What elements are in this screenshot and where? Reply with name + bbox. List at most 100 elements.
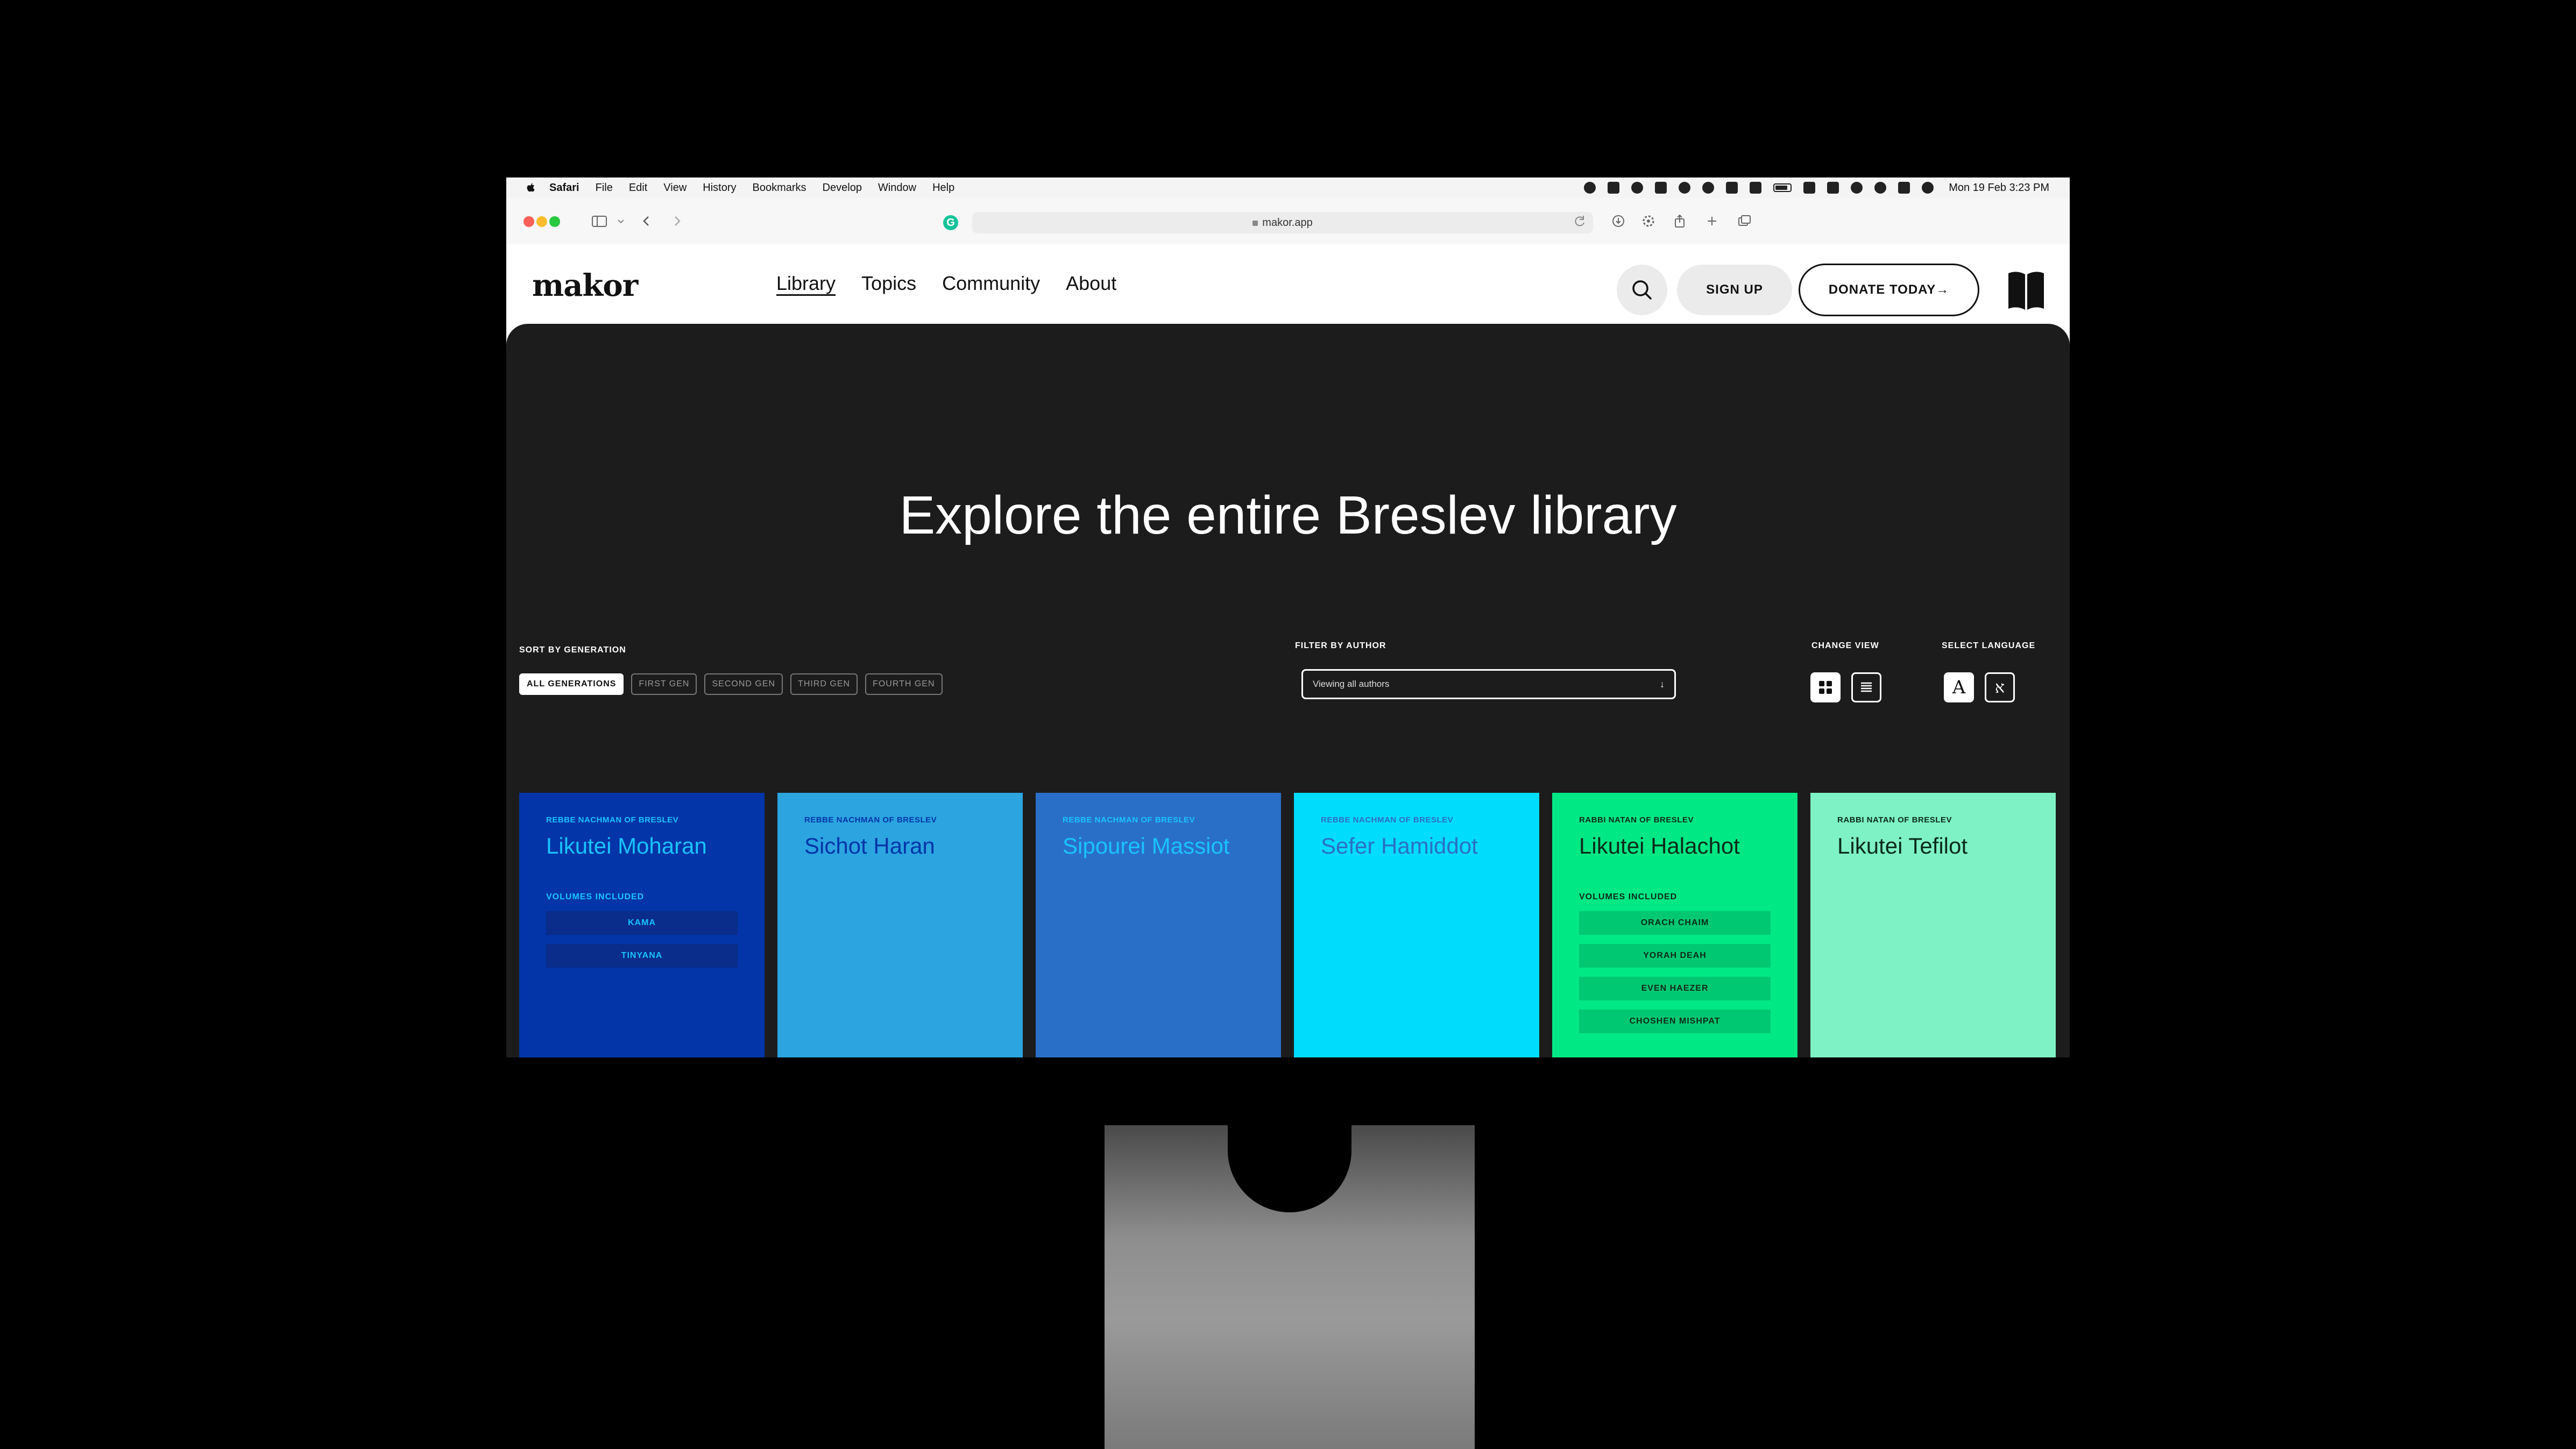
status-app-icon-4[interactable] [1679,182,1691,194]
donate-button[interactable]: DONATE TODAY→ [1799,264,1979,316]
menu-file[interactable]: File [596,182,613,194]
new-tab-icon[interactable] [1703,212,1721,230]
nav-topics[interactable]: Topics [861,272,916,295]
generation-filters: ALL GENERATIONS FIRST GEN SECOND GEN THI… [519,673,943,695]
bluetooth-icon[interactable] [1750,182,1762,194]
search-button[interactable] [1617,265,1667,315]
sign-up-button[interactable]: SIGN UP [1677,265,1792,315]
sort-by-generation-label: SORT BY GENERATION [519,645,626,655]
status-app-icon[interactable] [1584,182,1596,194]
volume-tag[interactable]: ORACH CHAIM [1579,911,1771,935]
forward-icon[interactable] [668,212,686,230]
volume-tag[interactable]: YORAH DEAH [1579,944,1771,968]
book-title: Sefer Hamiddot [1321,833,1478,858]
main-nav: Library Topics Community About [776,272,1116,295]
spotlight-icon[interactable] [1874,182,1887,194]
control-center-icon[interactable] [1898,182,1910,194]
reload-icon[interactable] [1570,212,1589,230]
volume-tag[interactable]: EVEN HAEZER [1579,977,1771,1000]
gen-filter-third[interactable]: THIRD GEN [790,673,858,695]
window-minimize-button[interactable] [536,216,547,227]
menu-history[interactable]: History [703,182,736,194]
menu-view[interactable]: View [663,182,687,194]
select-language-label: SELECT LANGUAGE [1942,641,2036,650]
menu-app-name[interactable]: Safari [549,182,579,194]
list-view-button[interactable] [1851,672,1881,702]
search-icon [1632,280,1652,300]
nav-about[interactable]: About [1066,272,1116,295]
language-hebrew-button[interactable]: א [1985,672,2015,702]
book-card-sichot-haran[interactable]: REBBE NACHMAN OF BRESLEV Sichot Haran [777,793,1023,1057]
book-author: REBBE NACHMAN OF BRESLEV [546,815,679,825]
book-author: RABBI NATAN OF BRESLEV [1579,815,1694,825]
nav-community[interactable]: Community [942,272,1040,295]
monitor-screen: Safari File Edit View History Bookmarks … [506,177,2070,1057]
book-author: REBBE NACHMAN OF BRESLEV [804,815,937,825]
status-area: Mon 19 Feb 3:23 PM [1572,177,2049,198]
volume-tag[interactable]: KAMA [546,911,738,935]
page-title: Explore the entire Breslev library [899,485,1677,545]
book-card-likutei-tefilot[interactable]: RABBI NATAN OF BRESLEV Likutei Tefilot [1810,793,2056,1057]
volume-icon[interactable] [1726,182,1738,194]
language-english-button[interactable]: A [1944,672,1974,702]
volume-tag[interactable]: TINYANA [546,944,738,968]
back-icon[interactable] [638,212,656,230]
download-icon[interactable] [1609,212,1627,230]
apple-menu-icon[interactable] [525,182,536,194]
author-filter-value: Viewing all authors [1313,679,1390,689]
volumes-included-label: VOLUMES INCLUDED [546,892,645,901]
makor-logo[interactable]: makor [532,268,638,303]
author-filter-select[interactable]: Viewing all authors ↓ [1301,669,1676,699]
library-book-icon[interactable] [2007,269,2045,311]
status-app-icon-3[interactable] [1655,182,1667,194]
book-card-likutei-halachot[interactable]: RABBI NATAN OF BRESLEV Likutei Halachot … [1552,793,1797,1057]
status-app-icon-2[interactable] [1631,182,1644,194]
menu-edit[interactable]: Edit [629,182,647,194]
grid-view-button[interactable] [1810,672,1841,702]
siri-icon[interactable] [1922,182,1934,194]
share-icon[interactable] [1671,212,1689,230]
gen-filter-first[interactable]: FIRST GEN [631,673,697,695]
chevron-down-icon[interactable] [612,212,630,230]
address-bar[interactable]: makor.app [972,212,1593,233]
mac-menubar: Safari File Edit View History Bookmarks … [506,177,2070,198]
sidebar-toggle-icon[interactable] [590,212,608,230]
window-zoom-button[interactable] [549,216,560,227]
volume-tag[interactable]: CHOSHEN MISHPAT [1579,1010,1771,1033]
gen-filter-second[interactable]: SECOND GEN [704,673,783,695]
nav-library[interactable]: Library [776,272,836,295]
gen-filter-fourth[interactable]: FOURTH GEN [865,673,943,695]
menu-help[interactable]: Help [932,182,954,194]
browser-toolbar: G makor.app [506,198,2070,245]
url-text: makor.app [1262,217,1313,229]
tab-overview-icon[interactable] [1735,212,1753,230]
user-icon[interactable] [1851,182,1863,194]
gen-filter-all[interactable]: ALL GENERATIONS [519,673,624,695]
book-author: RABBI NATAN OF BRESLEV [1837,815,1952,825]
input-source-icon[interactable] [1827,182,1839,194]
book-title: Sichot Haran [804,833,935,858]
dropbox-icon[interactable] [1608,182,1620,194]
window-close-button[interactable] [523,216,534,227]
dropdown-arrow-icon: ↓ [1660,679,1665,690]
book-card-sefer-hamiddot[interactable]: REBBE NACHMAN OF BRESLEV Sefer Hamiddot [1294,793,1539,1057]
menu-window[interactable]: Window [878,182,916,194]
play-icon[interactable] [1702,182,1715,194]
book-card-likutei-moharan[interactable]: REBBE NACHMAN OF BRESLEV Likutei Moharan… [519,793,765,1057]
book-title: Likutei Halachot [1579,833,1740,858]
book-title: Likutei Tefilot [1837,833,1968,858]
volumes-included-label: VOLUMES INCLUDED [1579,892,1678,901]
menu-develop[interactable]: Develop [823,182,862,194]
stand-cutout [1228,1125,1351,1212]
book-title: Likutei Moharan [546,833,707,858]
book-author: REBBE NACHMAN OF BRESLEV [1321,815,1454,825]
grammarly-icon[interactable]: G [943,215,958,230]
settings-icon[interactable] [1639,212,1658,230]
menubar-clock[interactable]: Mon 19 Feb 3:23 PM [1949,182,2049,194]
battery-icon[interactable] [1773,183,1792,192]
library-main: Explore the entire Breslev library SORT … [506,324,2070,1057]
wifi-icon[interactable] [1803,182,1816,194]
book-card-sipourei-massiot[interactable]: REBBE NACHMAN OF BRESLEV Sipourei Massio… [1036,793,1281,1057]
menu-bookmarks[interactable]: Bookmarks [753,182,806,194]
book-title: Sipourei Massiot [1063,833,1230,858]
